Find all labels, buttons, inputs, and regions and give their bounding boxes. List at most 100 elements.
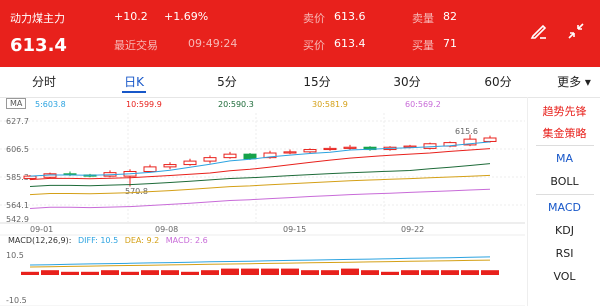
candle-body — [203, 157, 217, 162]
ma30-value: 30:581.9 — [312, 100, 348, 109]
macd-bar — [61, 271, 79, 275]
macd-bar — [241, 268, 259, 275]
macd-bar — [481, 270, 499, 275]
strategy-gold-collect[interactable]: 集金策略 — [528, 125, 600, 141]
macd-histogram — [21, 256, 499, 275]
macd-bar — [261, 268, 279, 275]
period-tabs: 分时 日K 5分 15分 30分 60分 更多 ▾ — [0, 67, 600, 98]
macd-bar — [101, 270, 119, 275]
candle-body — [483, 137, 497, 142]
last-trade-time: 09:49:24 — [188, 37, 238, 50]
sell-price-label: 卖价 — [303, 12, 325, 25]
kline-chart[interactable]: 627.7 606.5 585.3 564.1 542.9 09-01 09-0… — [0, 113, 525, 306]
buy-price: 613.4 — [334, 37, 366, 50]
ma-legend: MA 5:603.8 10:599.9 20:590.3 30:581.9 60… — [0, 97, 525, 113]
edit-icon[interactable] — [529, 21, 549, 41]
macd-value: MACD: 2.6 — [165, 236, 208, 245]
macd-bar — [341, 268, 359, 275]
x-label-3: 09-22 — [401, 225, 424, 234]
macd-bar — [181, 271, 199, 275]
candle-body — [223, 153, 237, 159]
macd-bar — [21, 271, 39, 275]
buy-volume-label: 买量 — [412, 39, 434, 52]
ma10-value: 10:599.9 — [126, 100, 162, 109]
active-tab-indicator — [122, 91, 146, 93]
tab-more[interactable]: 更多 ▾ — [544, 73, 600, 90]
indicator-kdj[interactable]: KDJ — [528, 224, 600, 237]
y-label-4: 542.9 — [6, 215, 29, 224]
candle-body — [143, 166, 157, 173]
macd-bar — [381, 271, 399, 275]
candle-body — [343, 146, 357, 149]
sell-volume-label: 卖量 — [412, 12, 434, 25]
candle-body — [183, 160, 197, 166]
macd-bar — [441, 270, 459, 275]
candle-body — [283, 151, 297, 154]
tab-more-label: 更多 — [557, 75, 582, 89]
contract-name: 动力煤主力 — [10, 12, 65, 25]
macd-top-label: 10.5 — [6, 251, 24, 260]
buy-price-label: 买价 — [303, 39, 325, 52]
macd-bar — [321, 270, 339, 275]
indicator-vol[interactable]: VOL — [528, 270, 600, 283]
x-label-2: 09-15 — [283, 225, 306, 234]
tab-30min[interactable]: 30分 — [377, 73, 437, 90]
macd-bar — [301, 270, 319, 275]
price-change-pct: +1.69% — [164, 10, 209, 23]
macd-bar — [201, 270, 219, 275]
candle-body — [163, 164, 177, 168]
macd-bottom-label: -10.5 — [6, 296, 27, 305]
macd-dea: DEA: 9.2 — [124, 236, 160, 245]
tab-daily-k[interactable]: 日K — [104, 73, 164, 90]
candle-body — [423, 143, 437, 149]
candle-body — [303, 149, 317, 153]
macd-bar — [121, 271, 139, 275]
macd-title: MACD(12,26,9): — [8, 236, 72, 245]
quote-header: 动力煤主力 613.4 +10.2 +1.69% 最近交易 09:49:24 卖… — [0, 0, 600, 67]
macd-bar — [421, 270, 439, 275]
strategy-trend-pioneer[interactable]: 趋势先锋 — [528, 103, 600, 119]
x-label-0: 09-01 — [30, 225, 53, 234]
candle-body — [323, 147, 337, 151]
grid — [0, 113, 525, 306]
y-label-1: 606.5 — [6, 145, 29, 154]
sell-volume: 82 — [443, 10, 457, 23]
candle-body — [23, 175, 37, 179]
divider — [536, 194, 594, 195]
tab-intraday[interactable]: 分时 — [14, 73, 74, 90]
macd-bar — [81, 271, 99, 275]
macd-bar — [361, 270, 379, 275]
tab-60min[interactable]: 60分 — [468, 73, 528, 90]
macd-bar — [401, 270, 419, 275]
ma5-value: 5:603.8 — [35, 100, 66, 109]
macd-bar — [281, 268, 299, 275]
ma60-line — [29, 188, 491, 209]
divider — [536, 145, 594, 146]
macd-bar — [141, 270, 159, 275]
indicator-rsi[interactable]: RSI — [528, 247, 600, 260]
indicator-boll[interactable]: BOLL — [528, 175, 600, 188]
tab-15min[interactable]: 15分 — [287, 73, 347, 90]
indicator-panel: 趋势先锋 集金策略 MA BOLL MACD KDJ RSI VOL — [527, 97, 600, 306]
chevron-down-icon: ▾ — [584, 75, 591, 89]
tab-5min[interactable]: 5分 — [197, 73, 257, 90]
indicator-ma[interactable]: MA — [528, 152, 600, 165]
sell-price: 613.6 — [334, 10, 366, 23]
macd-bar — [161, 270, 179, 275]
macd-diff: DIFF: 10.5 — [78, 236, 119, 245]
macd-bar — [461, 270, 479, 275]
ma20-value: 20:590.3 — [218, 100, 254, 109]
collapse-icon[interactable] — [566, 21, 586, 41]
moving-averages — [29, 141, 491, 209]
x-label-1: 09-08 — [155, 225, 178, 234]
macd-legend: MACD(12,26,9): DIFF: 10.5 DEA: 9.2 MACD:… — [8, 236, 212, 245]
macd-bar — [221, 268, 239, 275]
indicator-macd[interactable]: MACD — [528, 201, 600, 214]
macd-bar — [41, 270, 59, 275]
y-label-3: 564.1 — [6, 201, 29, 210]
ma5-line — [29, 141, 491, 177]
ma-tag[interactable]: MA — [6, 98, 27, 109]
last-trade-label: 最近交易 — [114, 39, 158, 52]
price-change: +10.2 — [114, 10, 148, 23]
last-price: 613.4 — [10, 35, 67, 56]
